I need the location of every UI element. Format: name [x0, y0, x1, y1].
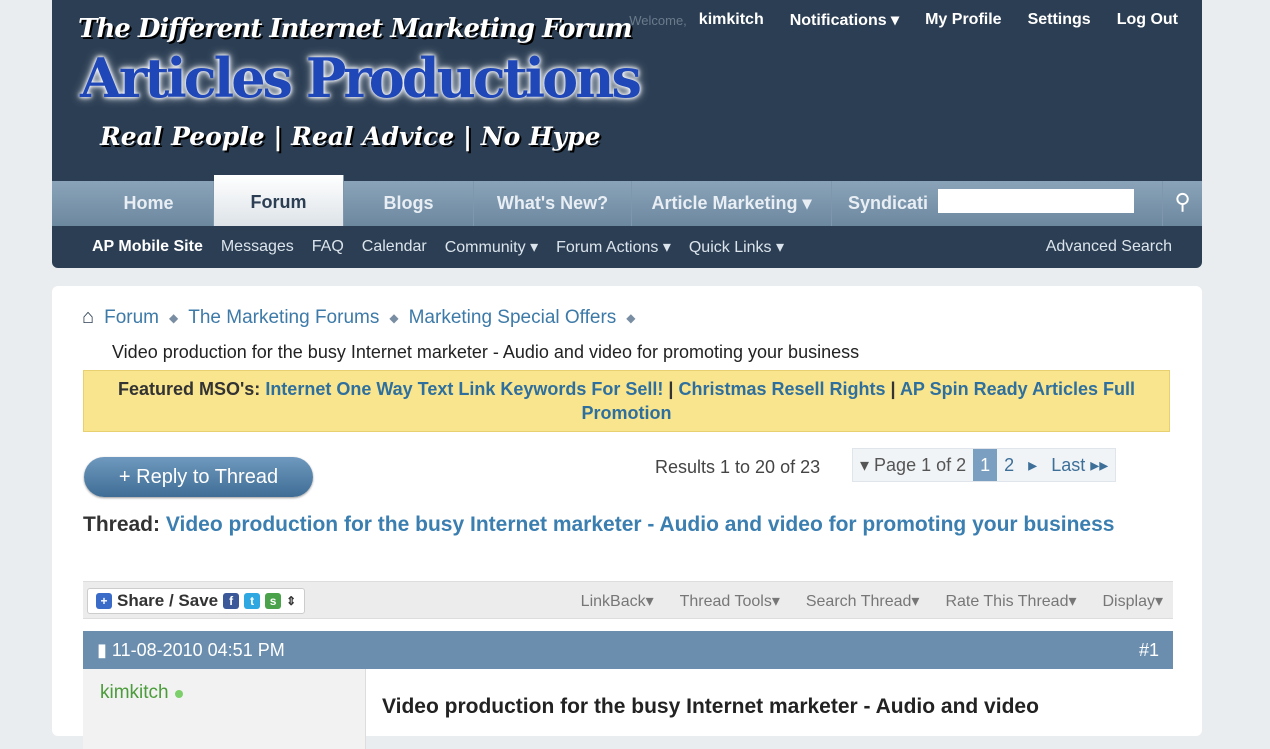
page-1[interactable]: 1: [973, 449, 998, 481]
post-icon: ▮: [97, 640, 107, 660]
reply-to-thread-button[interactable]: + Reply to Thread: [84, 457, 313, 497]
thread-tools-menu[interactable]: Thread Tools▾: [680, 591, 780, 611]
welcome-text: Welcome,: [629, 12, 687, 28]
subnav-faq[interactable]: FAQ: [312, 238, 344, 256]
post-number-link[interactable]: #1: [1139, 631, 1159, 669]
nav-blogs[interactable]: Blogs: [344, 181, 474, 226]
breadcrumb-separator-icon: ◆: [626, 310, 636, 325]
featured-separator: |: [668, 379, 674, 399]
nav-home[interactable]: Home: [84, 181, 214, 226]
breadcrumb-special-offers[interactable]: Marketing Special Offers: [409, 307, 617, 329]
thread-label: Thread:: [83, 513, 161, 536]
facebook-icon[interactable]: f: [223, 593, 240, 609]
site-header: The Different Internet Marketing Forum A…: [52, 0, 1202, 268]
next-page-button[interactable]: ▸: [1021, 449, 1044, 481]
digg-icon[interactable]: s: [265, 593, 282, 609]
share-save-button[interactable]: + Share / Save f t s ⇕: [87, 588, 306, 614]
user-links: Welcome, kimkitch Notifications ▾ My Pro…: [629, 10, 1178, 30]
featured-label: Featured MSO's:: [117, 379, 261, 399]
last-page-button[interactable]: Last ▸▸: [1044, 449, 1115, 481]
site-tagline-bottom: Real People | Real Advice | No Hype: [100, 122, 601, 151]
username-link[interactable]: kimkitch: [699, 11, 764, 29]
main-nav: Home Forum Blogs What's New? Article Mar…: [52, 175, 1202, 226]
post-author: kimkitch: [100, 682, 183, 704]
results-count: Results 1 to 20 of 23: [655, 457, 821, 477]
subnav-calendar[interactable]: Calendar: [362, 238, 427, 256]
nav-forum[interactable]: Forum: [214, 175, 344, 226]
post-title: Video production for the busy Internet m…: [382, 695, 1039, 718]
site-tagline-top: The Different Internet Marketing Forum: [78, 14, 633, 44]
subnav-mobile-site[interactable]: AP Mobile Site: [92, 238, 203, 256]
advanced-search-link[interactable]: Advanced Search: [1046, 238, 1172, 256]
page-2[interactable]: 2: [997, 449, 1021, 481]
nav-whats-new[interactable]: What's New?: [474, 181, 632, 226]
thread-tools: LinkBack▾ Thread Tools▾ Search Thread▾ R…: [581, 591, 1163, 611]
subnav-community[interactable]: Community ▾: [445, 237, 538, 257]
page-jump-menu[interactable]: ▾ Page 1 of 2: [853, 449, 973, 481]
notifications-menu[interactable]: Notifications ▾: [790, 10, 899, 30]
search-icon[interactable]: ⚲: [1162, 181, 1202, 226]
featured-separator: |: [890, 379, 896, 399]
pagination: ▾ Page 1 of 2 1 2 ▸ Last ▸▸: [852, 448, 1117, 482]
subnav-forum-actions[interactable]: Forum Actions ▾: [556, 237, 671, 257]
breadcrumb-forum[interactable]: Forum: [104, 307, 159, 329]
post-user-panel: [83, 669, 366, 749]
twitter-icon[interactable]: t: [244, 593, 261, 609]
breadcrumb-separator-icon: ◆: [169, 310, 179, 325]
breadcrumb-marketing-forums[interactable]: The Marketing Forums: [188, 307, 379, 329]
more-icon[interactable]: ⇕: [286, 594, 296, 608]
breadcrumb: ⌂ Forum ◆ The Marketing Forums ◆ Marketing…: [82, 306, 636, 329]
logout-link[interactable]: Log Out: [1117, 11, 1178, 29]
thread-title: Thread: Video production for the busy In…: [83, 510, 1163, 539]
display-menu[interactable]: Display▾: [1103, 591, 1164, 611]
settings-link[interactable]: Settings: [1028, 11, 1091, 29]
linkback-menu[interactable]: LinkBack▾: [581, 591, 654, 611]
subnav-quick-links[interactable]: Quick Links ▾: [689, 237, 784, 257]
main-content: ⌂ Forum ◆ The Marketing Forums ◆ Marketing…: [52, 286, 1202, 749]
breadcrumb-separator-icon: ◆: [389, 310, 399, 325]
post-header: ▮ 11-08-2010 04:51 PM #1: [83, 631, 1173, 669]
nav-syndication[interactable]: Syndicati: [832, 181, 942, 226]
home-icon[interactable]: ⌂: [82, 306, 94, 329]
breadcrumb-current: Video production for the busy Internet m…: [112, 342, 860, 362]
author-link[interactable]: kimkitch: [100, 682, 169, 703]
my-profile-link[interactable]: My Profile: [925, 11, 1001, 29]
sub-nav: AP Mobile Site Messages FAQ Calendar Com…: [52, 226, 1202, 268]
subnav-messages[interactable]: Messages: [221, 238, 294, 256]
featured-offers-banner: Featured MSO's: Internet One Way Text Li…: [83, 370, 1170, 432]
featured-link[interactable]: Internet One Way Text Link Keywords For …: [265, 379, 663, 399]
thread-title-link[interactable]: Video production for the busy Internet m…: [166, 513, 1115, 536]
site-logo[interactable]: Articles Productions: [80, 46, 642, 110]
share-plus-icon: +: [96, 593, 112, 609]
online-status-icon: [174, 690, 183, 698]
thread-toolbar: + Share / Save f t s ⇕ LinkBack▾ Thread …: [83, 581, 1173, 619]
post-date: 11-08-2010 04:51 PM: [111, 640, 285, 660]
rate-thread-menu[interactable]: Rate This Thread▾: [945, 591, 1076, 611]
nav-article-marketing[interactable]: Article Marketing ▾: [632, 181, 832, 226]
featured-link[interactable]: Christmas Resell Rights: [678, 379, 885, 399]
share-label: Share / Save: [117, 591, 219, 610]
search-input[interactable]: [938, 189, 1134, 213]
search-thread-menu[interactable]: Search Thread▾: [806, 591, 920, 611]
